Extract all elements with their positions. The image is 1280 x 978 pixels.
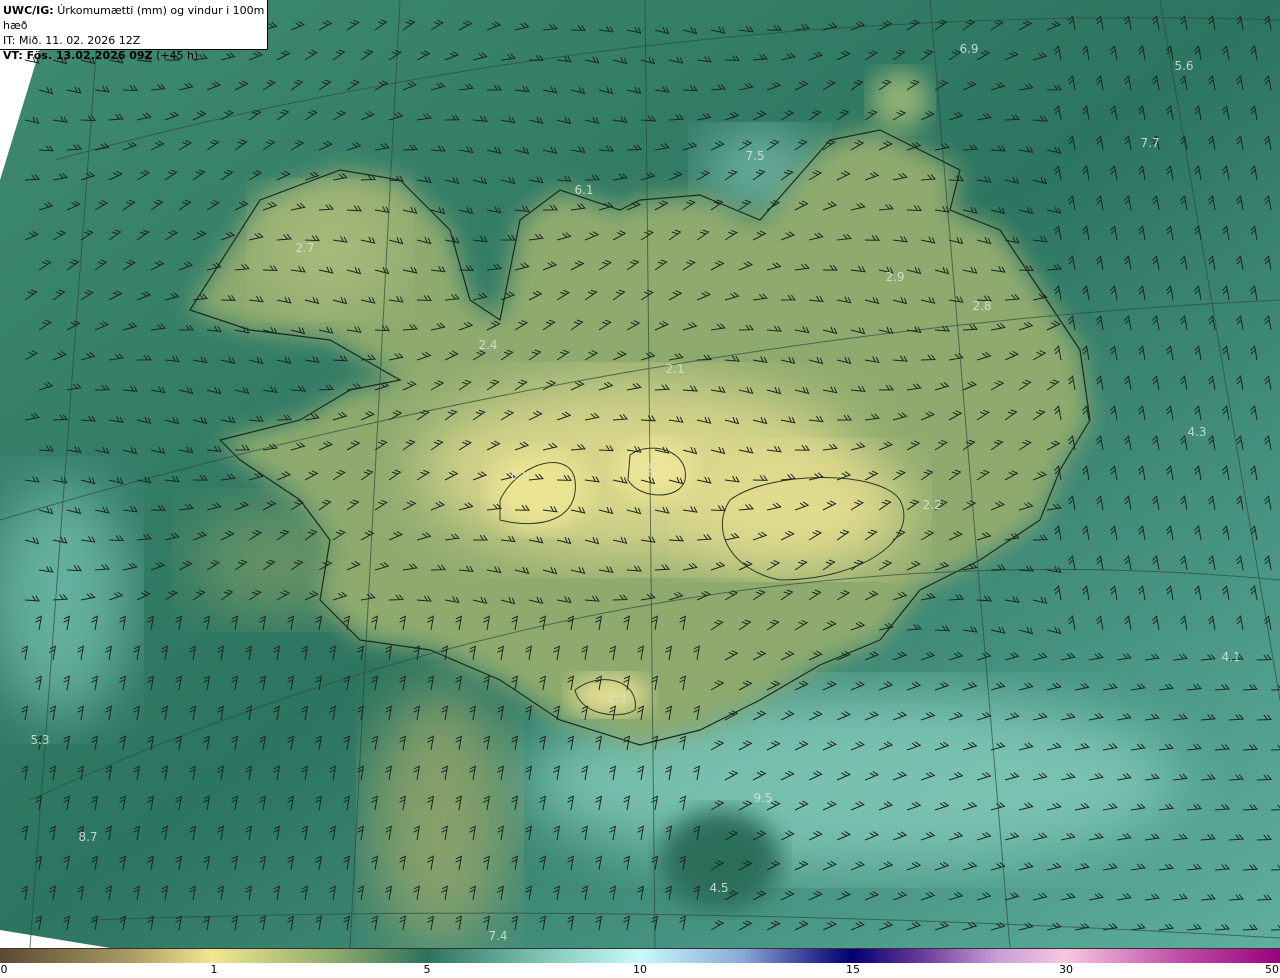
colorbar-ticks: 0 1 5 10 15 30 50 <box>0 963 1280 978</box>
initial-time: IT: Mið. 11. 02. 2026 12Z <box>3 34 141 47</box>
colorbar-tick: 5 <box>423 963 431 976</box>
precip-value-label: 7.7 <box>1140 136 1160 150</box>
precip-value-label: 4.5 <box>709 881 729 895</box>
precip-colorbar <box>0 948 1280 964</box>
map-title-box: UWC/IG: Úrkomumætti (mm) og vindur i 100… <box>0 0 268 62</box>
precip-value-label: 2.4 <box>478 338 498 352</box>
precip-value-label: 2.9 <box>885 270 905 284</box>
precip-value-label: 5.3 <box>30 733 50 747</box>
precip-value-label: 2.3 <box>607 691 627 705</box>
colorbar-tick: 50 <box>1265 963 1279 976</box>
precip-value-label: 6.1 <box>574 183 594 197</box>
precip-value-label: 4.3 <box>1187 425 1207 439</box>
colorbar-tick: 10 <box>633 963 647 976</box>
valid-time: VT: Fös. 13.02.2026 09Z <box>3 49 153 62</box>
precip-value-label: 2.2 <box>922 498 942 512</box>
precip-value-label: 2.7 <box>295 241 315 255</box>
precip-value-label: 7.5 <box>745 149 765 163</box>
lead-time: (+45 h) <box>156 49 199 62</box>
precip-value-label: 1.1 <box>508 469 528 483</box>
colorbar-tick: 30 <box>1059 963 1073 976</box>
precip-value-label: 5.6 <box>1174 59 1194 73</box>
precip-value-label: 7.4 <box>488 929 508 943</box>
precip-value-label: 9.5 <box>753 791 773 805</box>
colorbar-tick: 15 <box>846 963 860 976</box>
colorbar-tick: 0 <box>0 963 8 976</box>
precip-value-label: 8.7 <box>78 830 98 844</box>
precip-value-label: 2.8 <box>972 299 992 313</box>
precip-value-label: 4.1 <box>1221 650 1241 664</box>
colorbar-tick: 1 <box>210 963 218 976</box>
model-name: UWC/IG: <box>3 4 54 17</box>
precip-value-label: 1.2 <box>633 461 653 475</box>
precip-value-label: 6.9 <box>959 42 979 56</box>
precip-value-label: 2.1 <box>665 362 685 376</box>
